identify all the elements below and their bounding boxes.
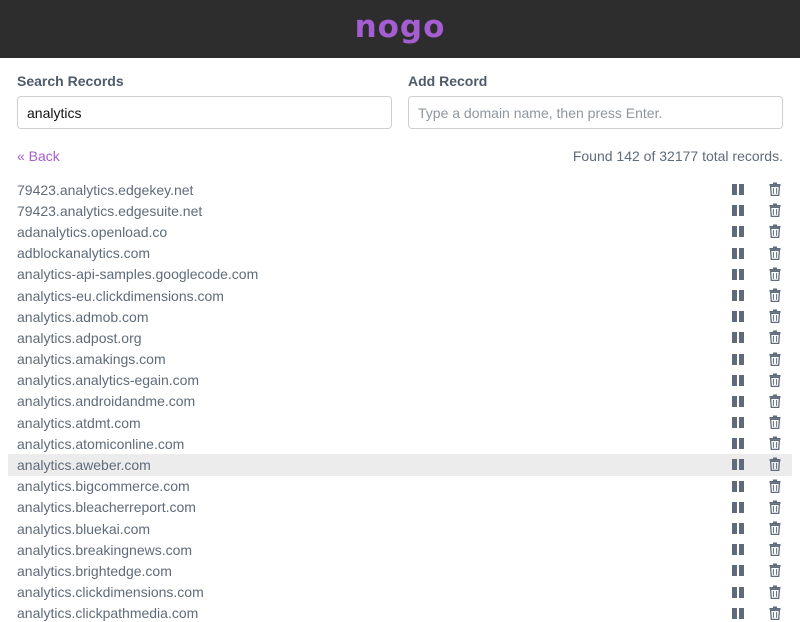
record-row[interactable]: analytics-eu.clickdimensions.com <box>8 285 792 306</box>
trash-icon[interactable] <box>769 309 781 324</box>
trash-icon[interactable] <box>769 521 781 536</box>
search-input[interactable] <box>17 96 392 129</box>
record-domain: 79423.analytics.edgesuite.net <box>17 202 203 219</box>
record-domain: adblockanalytics.com <box>17 245 151 262</box>
record-row[interactable]: adblockanalytics.com <box>8 243 792 264</box>
record-domain: analytics.atdmt.com <box>17 414 141 431</box>
pause-icon[interactable] <box>732 226 744 238</box>
pause-icon[interactable] <box>732 417 744 429</box>
pause-icon[interactable] <box>732 311 744 323</box>
search-label: Search Records <box>17 73 124 89</box>
record-row[interactable]: analytics.bigcommerce.com <box>8 476 792 497</box>
records-list: 79423.analytics.edgekey.net 79423.analyti… <box>8 179 792 622</box>
record-row[interactable]: analytics-api-samples.googlecode.com <box>8 264 792 285</box>
trash-icon[interactable] <box>769 203 781 218</box>
trash-icon[interactable] <box>769 606 781 620</box>
pause-icon[interactable] <box>732 586 744 598</box>
trash-icon[interactable] <box>769 224 781 239</box>
record-row[interactable]: adanalytics.openload.co <box>8 221 792 242</box>
record-domain: analytics.amakings.com <box>17 351 166 368</box>
trash-icon[interactable] <box>769 563 781 578</box>
pause-icon[interactable] <box>732 544 744 556</box>
record-domain: analytics.brightedge.com <box>17 562 172 579</box>
pause-icon[interactable] <box>732 480 744 492</box>
add-field: Add Record <box>408 73 783 129</box>
record-domain: analytics-api-samples.googlecode.com <box>17 266 259 283</box>
pause-icon[interactable] <box>732 459 744 471</box>
record-row[interactable]: analytics.aweber.com <box>8 454 792 476</box>
record-row[interactable]: analytics.clickdimensions.com <box>8 582 792 603</box>
forms-row: Search Records Add Record <box>17 73 783 129</box>
trash-icon[interactable] <box>769 542 781 557</box>
record-row[interactable]: 79423.analytics.edgekey.net <box>8 179 792 200</box>
pause-icon[interactable] <box>732 607 744 619</box>
record-domain: analytics.clickdimensions.com <box>17 584 204 601</box>
record-domain: analytics.atomiconline.com <box>17 435 185 452</box>
record-domain: 79423.analytics.edgekey.net <box>17 181 194 198</box>
back-link[interactable]: « Back <box>17 148 60 164</box>
record-domain: adanalytics.openload.co <box>17 223 168 240</box>
pause-icon[interactable] <box>732 374 744 386</box>
record-domain: analytics.aweber.com <box>17 457 151 474</box>
record-row[interactable]: analytics.breakingnews.com <box>8 539 792 560</box>
record-row[interactable]: analytics.brightedge.com <box>8 560 792 581</box>
pause-icon[interactable] <box>732 205 744 217</box>
trash-icon[interactable] <box>769 352 781 366</box>
record-row[interactable]: analytics.atomiconline.com <box>8 433 792 454</box>
trash-icon[interactable] <box>769 182 781 197</box>
record-row[interactable]: analytics.atdmt.com <box>8 412 792 433</box>
pause-icon[interactable] <box>732 523 744 534</box>
results-count: Found 142 of 32177 total records. <box>572 148 783 164</box>
pause-icon[interactable] <box>732 353 744 365</box>
trash-icon[interactable] <box>769 457 781 472</box>
record-domain: analytics.analytics-egain.com <box>17 372 200 389</box>
pause-icon[interactable] <box>732 289 744 301</box>
record-domain: analytics.admob.com <box>17 308 149 325</box>
pause-icon[interactable] <box>732 565 744 577</box>
trash-icon[interactable] <box>769 288 781 302</box>
trash-icon[interactable] <box>769 394 781 408</box>
trash-icon[interactable] <box>769 500 781 514</box>
pause-icon[interactable] <box>732 395 744 407</box>
status-row: « Back Found 142 of 32177 total records. <box>17 148 783 164</box>
record-row[interactable]: analytics.clickpathmedia.com <box>8 603 792 622</box>
record-domain: analytics.bluekai.com <box>17 520 151 537</box>
add-record-label: Add Record <box>408 73 488 89</box>
record-row[interactable]: 79423.analytics.edgesuite.net <box>8 200 792 221</box>
trash-icon[interactable] <box>769 415 781 430</box>
record-row[interactable]: analytics.bleacherreport.com <box>8 497 792 518</box>
search-field: Search Records <box>17 73 392 129</box>
trash-icon[interactable] <box>769 330 781 345</box>
record-domain: analytics.androidandme.com <box>17 393 196 410</box>
add-record-input[interactable] <box>408 96 783 129</box>
record-row[interactable]: analytics.adpost.org <box>8 327 792 348</box>
trash-icon[interactable] <box>769 267 781 281</box>
record-domain: analytics-eu.clickdimensions.com <box>17 287 224 304</box>
record-domain: analytics.bleacherreport.com <box>17 499 196 516</box>
pause-icon[interactable] <box>732 184 744 195</box>
record-domain: analytics.clickpathmedia.com <box>17 605 199 622</box>
app-header: nogo <box>0 0 800 58</box>
pause-icon[interactable] <box>732 501 744 513</box>
record-row[interactable]: analytics.amakings.com <box>8 349 792 370</box>
trash-icon[interactable] <box>769 246 781 260</box>
record-domain: analytics.breakingnews.com <box>17 541 193 558</box>
record-row[interactable]: analytics.analytics-egain.com <box>8 370 792 391</box>
record-row[interactable]: analytics.bluekai.com <box>8 518 792 539</box>
pause-icon[interactable] <box>732 247 744 259</box>
pause-icon[interactable] <box>732 332 744 344</box>
record-row[interactable]: analytics.androidandme.com <box>8 391 792 412</box>
trash-icon[interactable] <box>769 436 781 451</box>
pause-icon[interactable] <box>732 268 744 280</box>
trash-icon[interactable] <box>769 479 781 493</box>
record-domain: analytics.adpost.org <box>17 329 142 346</box>
app-logo: nogo <box>354 9 446 45</box>
record-row[interactable]: analytics.admob.com <box>8 306 792 327</box>
trash-icon[interactable] <box>769 585 781 599</box>
record-domain: analytics.bigcommerce.com <box>17 478 190 495</box>
trash-icon[interactable] <box>769 373 781 387</box>
pause-icon[interactable] <box>732 438 744 450</box>
